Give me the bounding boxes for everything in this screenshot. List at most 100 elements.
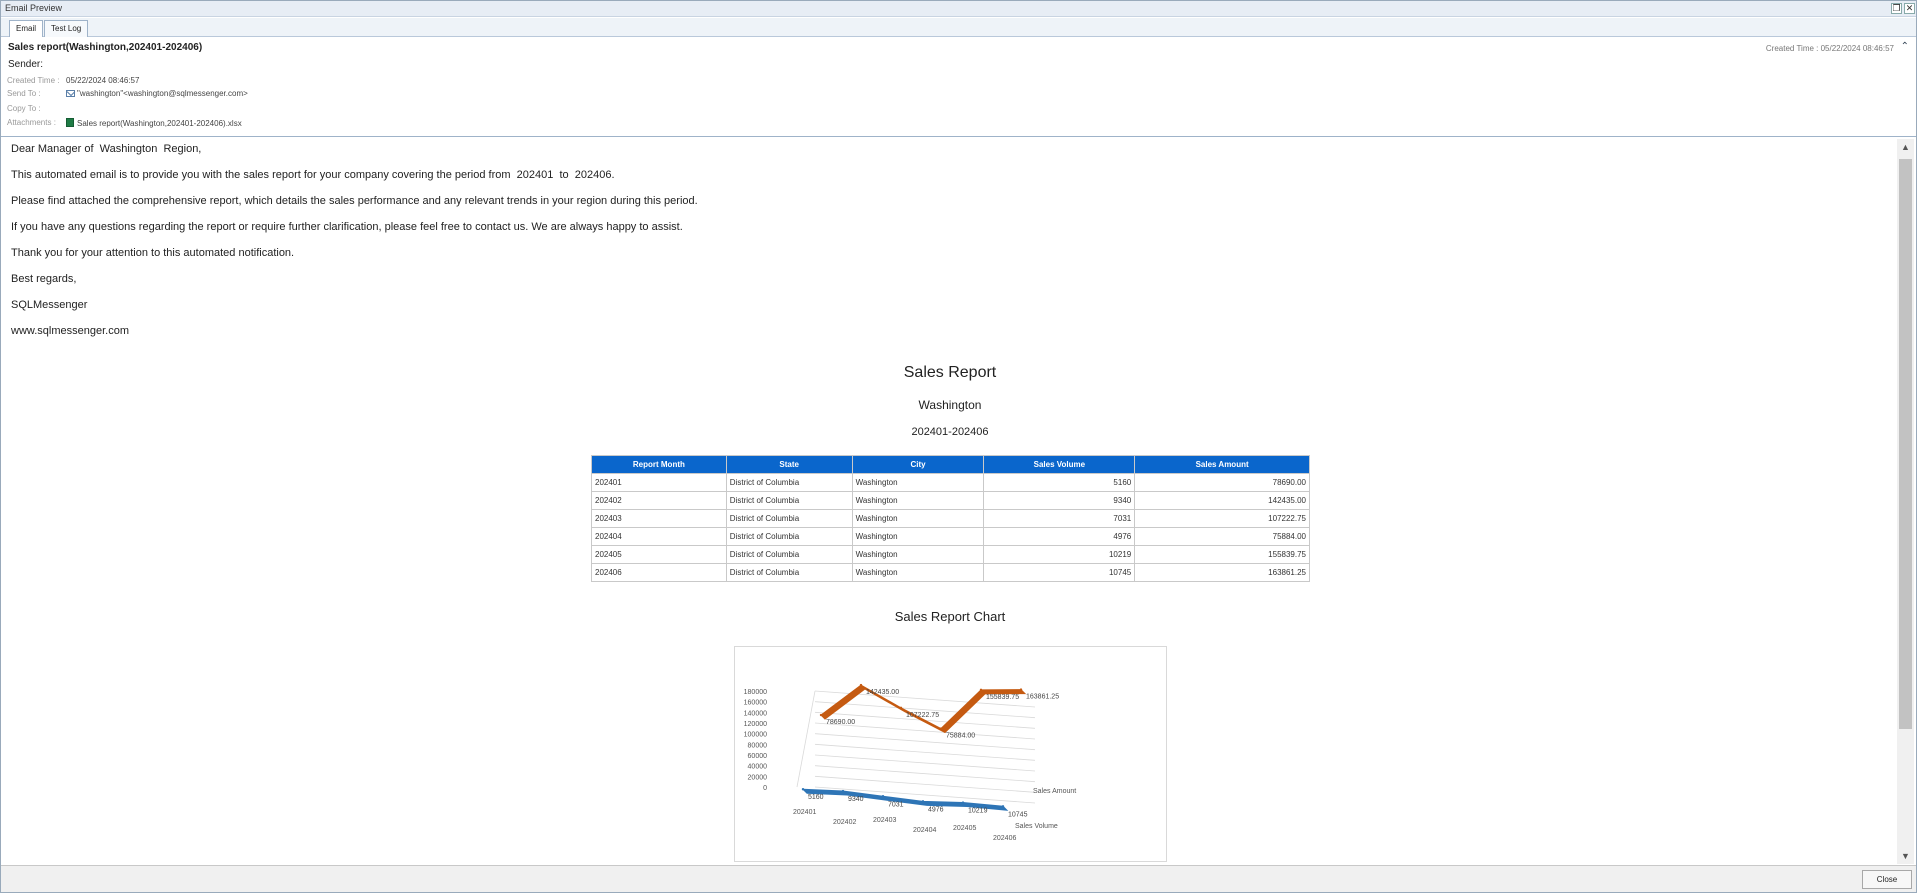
data-point bbox=[1001, 805, 1005, 808]
close-window-icon[interactable]: ✕ bbox=[1904, 3, 1915, 14]
window-title: Email Preview bbox=[5, 3, 63, 13]
tab-test-log[interactable]: Test Log bbox=[44, 20, 89, 37]
table-row: 202403 District of Columbia Washington 7… bbox=[591, 509, 1310, 528]
y-tick-label: 140000 bbox=[744, 710, 767, 717]
cell-report-month: 202401 bbox=[591, 473, 727, 492]
report-region: Washington bbox=[918, 398, 982, 412]
scroll-down-icon[interactable]: ▼ bbox=[1897, 848, 1914, 864]
cell-sales-amount: 163861.25 bbox=[1134, 563, 1310, 582]
data-point bbox=[859, 683, 863, 687]
signoff: Best regards, bbox=[11, 273, 77, 285]
cell-state: District of Columbia bbox=[725, 527, 853, 546]
y-axis-line bbox=[796, 690, 816, 788]
x-tick-label: 202403 bbox=[873, 817, 896, 824]
data-point bbox=[819, 713, 823, 717]
series-name-label: Sales Volume bbox=[1015, 823, 1058, 830]
y-tick-label: 180000 bbox=[744, 689, 767, 696]
data-point bbox=[899, 706, 903, 710]
scroll-up-icon[interactable]: ▲ bbox=[1897, 139, 1914, 155]
x-tick-label: 202404 bbox=[913, 827, 936, 834]
cell-state: District of Columbia bbox=[725, 473, 853, 492]
sales-chart: 0 20000 40000 60000 80000 100000 120000 140000 1… bbox=[734, 646, 1167, 862]
table-header-row: Report Month State City Sales Volume Sal… bbox=[591, 455, 1310, 474]
table-row: 202402 District of Columbia Washington 9… bbox=[591, 491, 1310, 510]
cell-report-month: 202406 bbox=[591, 563, 727, 582]
data-label: 10219 bbox=[968, 808, 988, 815]
y-tick-label: 0 bbox=[763, 785, 767, 792]
attachment-filename[interactable]: Sales report(Washington,202401-202406).x… bbox=[77, 119, 242, 128]
col-header-sales-volume: Sales Volume bbox=[983, 455, 1136, 474]
data-point bbox=[939, 727, 943, 730]
x-tick-label: 202401 bbox=[793, 809, 816, 816]
col-header-report-month: Report Month bbox=[591, 455, 727, 474]
created-time-label: Created Time : bbox=[7, 76, 60, 85]
data-label: 75884.00 bbox=[946, 733, 975, 740]
chart-heading: Sales Report Chart bbox=[894, 609, 1006, 624]
data-label: 10745 bbox=[1008, 811, 1028, 818]
cell-report-month: 202403 bbox=[591, 509, 727, 528]
data-point bbox=[841, 789, 845, 793]
cell-city: Washington bbox=[851, 473, 985, 492]
cell-city: Washington bbox=[851, 491, 985, 510]
scroll-thumb[interactable] bbox=[1899, 159, 1912, 729]
send-to-address: "washington"<washington@sqlmessenger.com… bbox=[77, 89, 248, 98]
cell-sales-amount: 78690.00 bbox=[1134, 473, 1310, 492]
cell-state: District of Columbia bbox=[725, 509, 853, 528]
data-label: 163861.25 bbox=[1026, 694, 1059, 701]
data-point bbox=[801, 788, 805, 791]
gridline bbox=[814, 765, 1036, 783]
signature-website[interactable]: www.sqlmessenger.com bbox=[11, 325, 129, 337]
col-header-city: City bbox=[851, 455, 985, 474]
cell-sales-amount: 155839.75 bbox=[1134, 545, 1310, 564]
cell-city: Washington bbox=[851, 563, 985, 582]
mail-icon bbox=[66, 90, 75, 97]
x-tick-label: 202405 bbox=[953, 825, 976, 832]
tab-email[interactable]: Email bbox=[9, 20, 44, 37]
cell-sales-volume: 5160 bbox=[983, 473, 1136, 492]
collapse-header-icon[interactable]: ⌃ bbox=[1901, 41, 1909, 52]
send-to-label: Send To : bbox=[7, 89, 41, 98]
body-paragraph: Thank you for your attention to this aut… bbox=[11, 247, 295, 259]
email-subject: Sales report(Washington,202401-202406) bbox=[8, 42, 203, 53]
send-to-value: "washington"<washington@sqlmessenger.com… bbox=[66, 89, 248, 98]
email-header: Sales report(Washington,202401-202406) C… bbox=[1, 37, 1916, 137]
greeting: Dear Manager of Washington Region, bbox=[11, 143, 202, 155]
tab-bar: Email Test Log bbox=[1, 18, 1916, 37]
cell-sales-amount: 142435.00 bbox=[1134, 491, 1310, 510]
data-point bbox=[979, 688, 983, 692]
table-row: 202401 District of Columbia Washington 5… bbox=[591, 473, 1310, 492]
gridline bbox=[814, 775, 1036, 793]
cell-city: Washington bbox=[851, 509, 985, 528]
cell-sales-volume: 7031 bbox=[983, 509, 1136, 528]
cell-sales-volume: 10745 bbox=[983, 563, 1136, 582]
data-label: 9340 bbox=[848, 796, 864, 803]
cell-sales-amount: 75884.00 bbox=[1134, 527, 1310, 546]
signature-name: SQLMessenger bbox=[11, 299, 88, 311]
attachment-link[interactable]: Sales report(Washington,202401-202406).x… bbox=[66, 118, 242, 128]
body-paragraph: If you have any questions regarding the … bbox=[11, 221, 683, 233]
excel-file-icon bbox=[66, 118, 74, 127]
report-period: 202401-202406 bbox=[911, 426, 989, 438]
email-preview-window: Email Preview ❐ ✕ Email Test Log Sales r… bbox=[0, 0, 1917, 893]
close-button[interactable]: Close bbox=[1862, 870, 1912, 889]
series-name-label: Sales Amount bbox=[1033, 788, 1076, 795]
body-paragraph: Please find attached the comprehensive r… bbox=[11, 195, 698, 207]
cell-report-month: 202404 bbox=[591, 527, 727, 546]
vertical-scrollbar[interactable]: ▲ ▼ bbox=[1897, 139, 1914, 864]
table-row: 202406 District of Columbia Washington 1… bbox=[591, 563, 1310, 582]
cell-report-month: 202402 bbox=[591, 491, 727, 510]
y-tick-label: 40000 bbox=[748, 764, 768, 771]
data-label: 142435.00 bbox=[866, 689, 899, 696]
data-label: 5160 bbox=[808, 794, 824, 801]
data-label: 7031 bbox=[888, 801, 904, 808]
y-tick-label: 120000 bbox=[744, 721, 767, 728]
data-label: 78690.00 bbox=[826, 719, 855, 726]
y-tick-label: 100000 bbox=[744, 732, 767, 739]
created-time-value: 05/22/2024 08:46:57 bbox=[66, 76, 140, 85]
sales-chart-svg: 0 20000 40000 60000 80000 100000 120000 140000 1… bbox=[744, 683, 1076, 842]
data-label: 155839.75 bbox=[986, 694, 1019, 701]
restore-icon[interactable]: ❐ bbox=[1891, 3, 1902, 14]
cell-city: Washington bbox=[851, 545, 985, 564]
data-point bbox=[921, 800, 925, 803]
cell-state: District of Columbia bbox=[725, 545, 853, 564]
